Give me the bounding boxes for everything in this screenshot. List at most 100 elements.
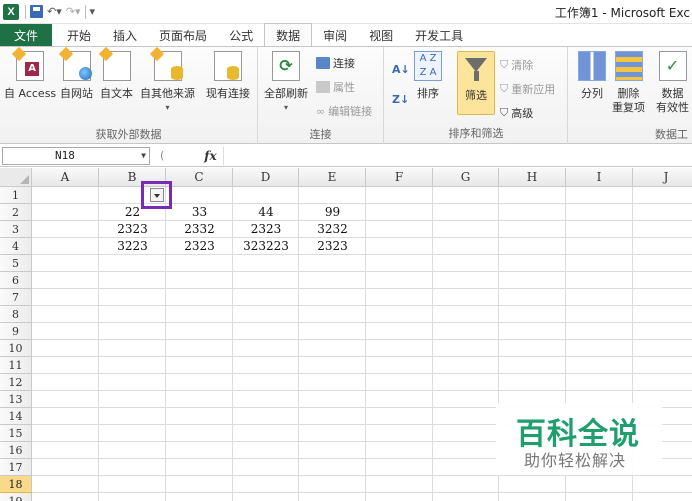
reapply-button[interactable]: ⛉ 重新应用 — [500, 81, 555, 97]
reapply-label: 重新应用 — [511, 83, 556, 96]
undo-icon[interactable]: ↶▾ — [47, 5, 62, 18]
row-header-11[interactable]: 11 — [0, 357, 32, 374]
sort-asc-icon[interactable]: A↓ — [392, 63, 410, 76]
column-header-g[interactable]: G — [433, 168, 499, 187]
from-access-button[interactable]: 自 Access — [4, 46, 57, 101]
filter-dropdown-button[interactable] — [150, 188, 164, 202]
from-text-button[interactable]: 自文本 — [98, 46, 133, 101]
row-header-19[interactable]: 19 — [0, 493, 32, 501]
data-validation-label-1: 数据 — [661, 87, 684, 100]
sort-button[interactable]: A ZZ A 排序 — [414, 51, 442, 101]
data-validation-label-2: 有效性 — [656, 101, 689, 114]
ribbon: 自 Access 自网站 自文本 自其他来源 ▾ 现有连接 获取外部数据 ⟳ 全… — [0, 46, 692, 144]
cell-b4[interactable]: 3223 — [99, 238, 166, 255]
formula-input[interactable] — [222, 146, 692, 165]
gridline-horizontal — [32, 373, 692, 374]
tab-formulas[interactable]: 公式 — [218, 24, 264, 46]
redo-icon[interactable]: ↷▾ — [66, 5, 81, 18]
row-header-2[interactable]: 2 — [0, 204, 32, 221]
refresh-all-button[interactable]: ⟳ 全部刷新 ▾ — [264, 51, 308, 115]
excel-logo-icon[interactable]: X — [3, 3, 19, 20]
gridline-horizontal — [32, 475, 692, 476]
column-header-c[interactable]: C — [166, 168, 233, 187]
name-box[interactable]: N18 ▼ — [2, 146, 150, 165]
cell-b3[interactable]: 2323 — [99, 221, 166, 238]
remove-duplicates-label-1: 删除 — [617, 87, 640, 100]
data-validation-button[interactable]: ✓ 数据 有效性 — [656, 51, 689, 115]
advanced-filter-button[interactable]: ⛉ 高级 — [500, 105, 533, 121]
row-header-5[interactable]: 5 — [0, 255, 32, 272]
group-get-external-data: 自 Access 自网站 自文本 自其他来源 ▾ 现有连接 获取外部数据 — [0, 46, 258, 144]
row-header-3[interactable]: 3 — [0, 221, 32, 238]
from-web-button[interactable]: 自网站 — [58, 46, 93, 101]
cell-d2[interactable]: 44 — [233, 204, 299, 221]
row-header-16[interactable]: 16 — [0, 442, 32, 459]
formula-bar: N18 ▼ ( fx — [0, 145, 692, 167]
row-header-13[interactable]: 13 — [0, 391, 32, 408]
tab-file[interactable]: 文件 — [0, 24, 53, 46]
gridline-horizontal — [32, 339, 692, 340]
cell-e2[interactable]: 99 — [299, 204, 366, 221]
tab-view[interactable]: 视图 — [358, 24, 404, 46]
connections-button[interactable]: 连接 — [316, 55, 355, 71]
tab-developer[interactable]: 开发工具 — [404, 24, 474, 46]
column-header-e[interactable]: E — [299, 168, 366, 187]
row-header-7[interactable]: 7 — [0, 289, 32, 306]
cell-c2[interactable]: 33 — [166, 204, 233, 221]
gridline-horizontal — [32, 305, 692, 306]
select-all-button[interactable] — [0, 168, 32, 187]
tab-page-layout[interactable]: 页面布局 — [148, 24, 218, 46]
cell-c4[interactable]: 2323 — [166, 238, 233, 255]
customize-qat-icon[interactable]: ▾ — [90, 5, 96, 18]
sort-desc-icon[interactable]: Z↓ — [392, 93, 409, 106]
from-access-label: 自 Access — [4, 87, 57, 100]
tab-data[interactable]: 数据 — [264, 23, 313, 46]
qat-separator — [25, 4, 26, 19]
from-other-sources-label: 自其他来源 — [140, 87, 195, 100]
row-header-14[interactable]: 14 — [0, 408, 32, 425]
column-header-j[interactable]: J — [633, 168, 692, 187]
insert-function-icon[interactable]: fx — [204, 149, 216, 163]
from-web-label: 自网站 — [60, 87, 93, 100]
row-header-6[interactable]: 6 — [0, 272, 32, 289]
row-header-10[interactable]: 10 — [0, 340, 32, 357]
properties-label: 属性 — [333, 81, 355, 94]
column-header-a[interactable]: A — [32, 168, 99, 187]
tab-review[interactable]: 审阅 — [312, 24, 358, 46]
remove-duplicates-button[interactable]: 删除 重复项 — [612, 51, 645, 115]
row-header-18[interactable]: 18 — [0, 476, 32, 493]
properties-button[interactable]: 属性 — [316, 79, 355, 95]
cancel-enter-icon: ( — [160, 149, 165, 162]
remove-duplicates-icon — [614, 51, 643, 81]
row-header-17[interactable]: 17 — [0, 459, 32, 476]
column-header-h[interactable]: H — [499, 168, 566, 187]
text-to-columns-button[interactable]: 分列 — [578, 51, 606, 101]
column-header-d[interactable]: D — [233, 168, 299, 187]
cell-d3[interactable]: 2323 — [233, 221, 299, 238]
from-other-sources-button[interactable]: 自其他来源 ▾ — [140, 46, 195, 115]
row-header-15[interactable]: 15 — [0, 425, 32, 442]
save-icon[interactable] — [30, 5, 43, 18]
edit-links-label: 编辑链接 — [328, 105, 373, 118]
row-header-1[interactable]: 1 — [0, 187, 32, 204]
sort-dialog-icon: A ZZ A — [414, 51, 442, 81]
row-header-9[interactable]: 9 — [0, 323, 32, 340]
cell-d4[interactable]: 323223 — [233, 238, 299, 255]
cell-e3[interactable]: 3232 — [299, 221, 366, 238]
gridline-horizontal — [32, 322, 692, 323]
edit-links-button[interactable]: ∞ 编辑链接 — [316, 103, 372, 119]
column-header-i[interactable]: I — [566, 168, 633, 187]
filter-button[interactable]: 筛选 — [457, 51, 495, 115]
existing-connections-button[interactable]: 现有连接 — [206, 51, 250, 101]
row-header-4[interactable]: 4 — [0, 238, 32, 255]
row-header-8[interactable]: 8 — [0, 306, 32, 323]
column-header-f[interactable]: F — [366, 168, 433, 187]
link-icon: ∞ — [316, 104, 326, 118]
tab-insert[interactable]: 插入 — [102, 24, 148, 46]
clear-filter-button[interactable]: ⛉ 清除 — [500, 57, 533, 73]
tab-home[interactable]: 开始 — [56, 24, 102, 46]
chevron-down-icon[interactable]: ▼ — [141, 151, 146, 160]
cell-e4[interactable]: 2323 — [299, 238, 366, 255]
cell-c3[interactable]: 2332 — [166, 221, 233, 238]
row-header-12[interactable]: 12 — [0, 374, 32, 391]
